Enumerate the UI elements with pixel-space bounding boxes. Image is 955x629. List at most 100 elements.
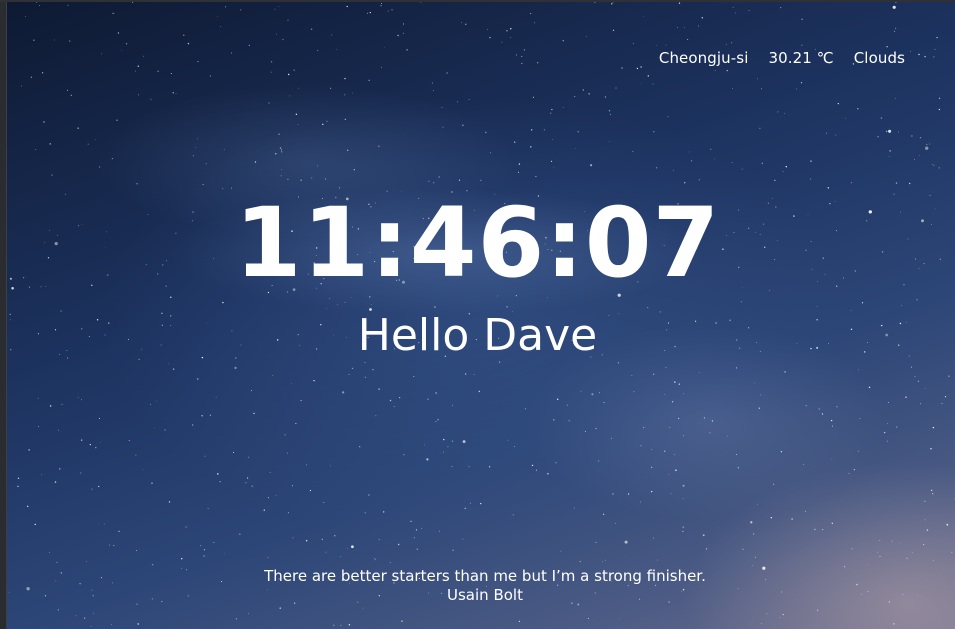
star [487,29,488,30]
star [766,613,768,615]
weather-condition: Clouds [853,49,905,67]
star [653,131,655,133]
star [816,609,819,611]
star [291,485,294,487]
star [756,504,758,505]
star [170,73,172,75]
star [142,55,144,57]
star [117,32,120,34]
star [880,117,883,119]
quote-author: Usain Bolt [447,586,523,604]
star [185,526,187,528]
star [560,550,562,552]
star [446,72,448,74]
star [610,437,612,439]
star [281,169,282,170]
star [664,450,666,452]
star [172,368,175,370]
star [911,135,913,137]
star [682,498,684,500]
star [647,75,650,77]
star [830,458,832,460]
star [899,543,901,544]
star [325,178,326,180]
star [136,183,138,185]
star [217,473,219,475]
star [279,147,282,149]
star [344,94,346,96]
star [326,120,328,122]
star [344,302,346,303]
quote-text: There are better starters than me but I’… [264,567,706,585]
star [784,371,786,373]
star [758,407,760,409]
star [410,520,412,522]
star [279,607,281,609]
star [897,131,899,133]
star [783,112,785,114]
star [464,507,466,509]
star [735,454,738,456]
star [43,121,45,123]
star [640,501,641,503]
star [887,401,889,404]
star [151,482,153,484]
star [352,92,354,94]
star [657,559,659,561]
star [934,48,936,50]
star [291,382,293,384]
star [888,129,892,133]
star [295,423,297,424]
star [287,19,289,21]
star [535,469,537,471]
star [761,88,762,90]
star [239,9,242,11]
star [698,372,700,374]
star [777,111,779,113]
star [125,43,128,45]
star [914,376,916,377]
star [195,147,196,148]
star [816,306,818,307]
star [603,513,605,515]
star [270,61,273,63]
star [604,559,606,561]
star [714,158,715,160]
star [895,426,898,428]
star [736,367,738,369]
star [40,474,42,476]
star [397,34,399,37]
star [109,544,110,546]
star [929,143,930,145]
star [383,511,385,513]
star [213,541,215,543]
star [782,614,784,616]
star [579,561,581,563]
star [612,29,615,31]
star [932,426,935,429]
star [289,95,291,97]
star [58,429,59,431]
star [175,93,177,95]
star [202,184,204,186]
star [180,557,183,560]
star [577,131,579,133]
star [17,477,20,480]
star [150,98,152,100]
star [731,42,733,44]
star [267,556,269,558]
star [655,45,657,47]
star [831,425,833,427]
star [612,493,614,495]
star [910,51,912,52]
star [889,150,891,152]
star [95,446,97,449]
star [883,431,886,434]
star [34,523,36,526]
star [879,556,881,557]
star [664,393,666,395]
star [462,538,464,540]
star [510,37,512,39]
star [197,61,199,63]
star [598,460,600,462]
